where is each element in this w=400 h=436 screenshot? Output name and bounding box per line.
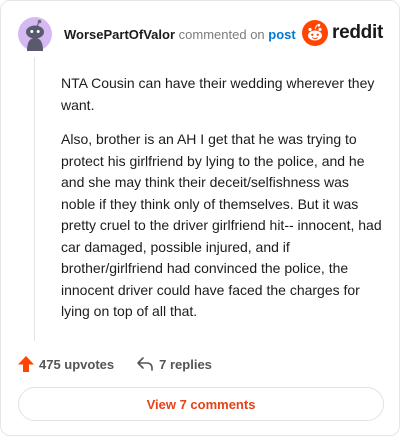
post-link[interactable]: post xyxy=(268,27,295,42)
reddit-logo[interactable]: reddit xyxy=(302,18,383,48)
action-text: commented on xyxy=(178,27,265,42)
comment-paragraph: Also, brother is an AH I get that he was… xyxy=(61,131,382,319)
reddit-wordmark: reddit xyxy=(332,22,383,43)
byline: WorsePartOfValor commented on post xyxy=(64,27,296,42)
reply-count: 7 replies xyxy=(159,356,212,372)
upvote-count: 475 upvotes xyxy=(39,356,115,372)
comment-header: WorsePartOfValor commented on post reddi… xyxy=(18,17,383,53)
view-comments-button[interactable]: View 7 comments xyxy=(18,387,384,421)
reply-arrow-icon xyxy=(137,357,153,371)
comment-paragraph: NTA Cousin can have their wedding wherev… xyxy=(61,75,375,113)
snoo-avatar-icon[interactable] xyxy=(18,17,52,51)
author-name[interactable]: WorsePartOfValor xyxy=(64,27,175,42)
upvote-arrow-icon xyxy=(18,356,34,372)
comment-card: WorsePartOfValor commented on post reddi… xyxy=(0,0,400,436)
reddit-logo-icon xyxy=(302,20,329,46)
comment-actions: 475 upvotes 7 replies xyxy=(17,353,212,375)
thread-line xyxy=(34,57,35,341)
comment-body: NTA Cousin can have their wedding wherev… xyxy=(61,73,387,336)
reply-button[interactable]: 7 replies xyxy=(136,356,212,372)
upvote-button[interactable]: 475 upvotes xyxy=(17,355,114,373)
